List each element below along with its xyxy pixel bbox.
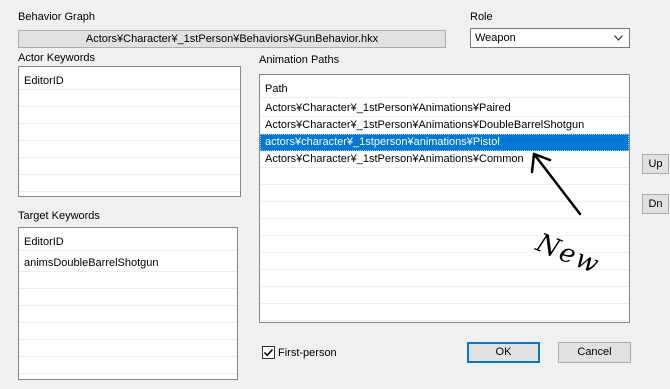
actor-keywords-list[interactable]: EditorID bbox=[18, 66, 241, 197]
animation-paths-label: Animation Paths bbox=[259, 54, 340, 66]
role-dropdown[interactable]: Weapon bbox=[470, 28, 630, 48]
move-up-button[interactable]: Up bbox=[642, 154, 669, 174]
behavior-graph-field[interactable]: Actors¥Character¥_1stPerson¥Behaviors¥Gu… bbox=[18, 30, 446, 48]
move-down-button[interactable]: Dn bbox=[642, 194, 669, 214]
checkmark-icon bbox=[263, 348, 274, 357]
list-item[interactable]: EditorID bbox=[19, 234, 237, 251]
list-item-empty bbox=[19, 90, 240, 107]
target-keywords-list[interactable]: EditorID animsDoubleBarrelShotgun bbox=[18, 227, 238, 380]
chevron-down-icon bbox=[614, 35, 623, 41]
behavior-graph-label: Behavior Graph bbox=[18, 11, 96, 23]
list-item[interactable]: EditorID bbox=[19, 73, 240, 90]
list-header-path: Path bbox=[260, 81, 629, 98]
list-item-empty bbox=[19, 306, 237, 323]
list-item[interactable]: Actors¥Character¥_1stPerson¥Animations¥D… bbox=[260, 117, 629, 134]
list-item[interactable]: animsDoubleBarrelShotgun bbox=[19, 255, 237, 272]
list-item-empty bbox=[19, 175, 240, 192]
list-item-empty bbox=[260, 304, 629, 321]
list-item[interactable]: Actors¥Character¥_1stPerson¥Animations¥P… bbox=[260, 100, 629, 117]
list-item-empty bbox=[19, 340, 237, 357]
ok-button[interactable]: OK bbox=[467, 342, 540, 363]
cancel-button[interactable]: Cancel bbox=[558, 342, 631, 363]
list-item-empty bbox=[19, 124, 240, 141]
list-item-empty bbox=[19, 323, 237, 340]
list-item-empty bbox=[19, 272, 237, 289]
list-item-empty bbox=[19, 107, 240, 124]
role-selected-value: Weapon bbox=[475, 32, 516, 44]
list-item-empty bbox=[19, 141, 240, 158]
list-item-empty bbox=[19, 357, 237, 374]
first-person-label[interactable]: First-person bbox=[278, 347, 337, 359]
list-item-empty bbox=[19, 289, 237, 306]
role-label: Role bbox=[470, 11, 493, 23]
first-person-checkbox[interactable] bbox=[262, 346, 275, 359]
actor-keywords-label: Actor Keywords bbox=[18, 52, 96, 64]
list-item-empty bbox=[260, 287, 629, 304]
list-item-empty bbox=[19, 158, 240, 175]
target-keywords-label: Target Keywords bbox=[18, 210, 100, 222]
